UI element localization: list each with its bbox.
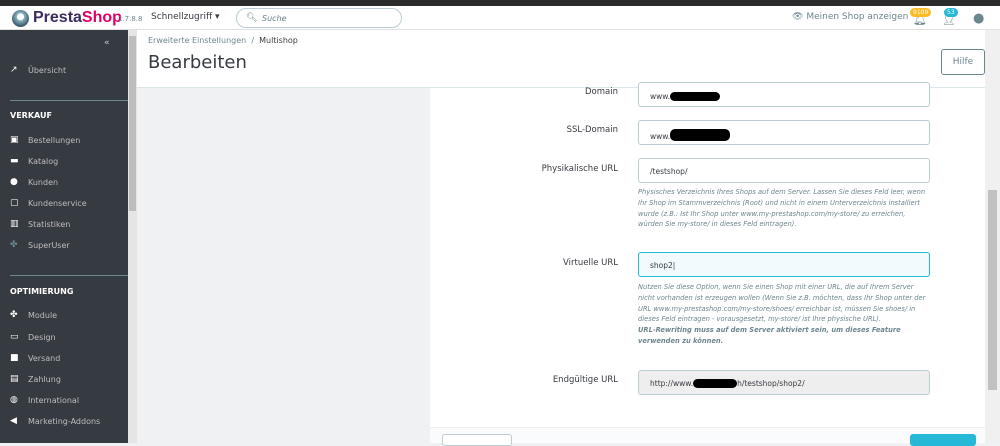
sidebar-item-orders[interactable]: ▣ Bestellungen <box>10 135 80 145</box>
globe-icon: ◍ <box>10 395 18 405</box>
search-icon: 🔍︎ <box>246 13 258 23</box>
sidebar-item-customers[interactable]: ● Kunden <box>10 177 58 187</box>
divider <box>10 100 128 101</box>
breadcrumb-parent[interactable]: Erweiterte Einstellungen <box>148 36 246 45</box>
chat-icon: ▢ <box>10 198 19 208</box>
puzzle-icon: ✤ <box>10 310 18 320</box>
truck-icon: ■ <box>10 353 19 363</box>
sidebar-item-modules[interactable]: ✤ Module <box>10 310 57 320</box>
sidebar-scrollbar-thumb[interactable] <box>129 36 136 211</box>
sidebar-item-design[interactable]: ▭ Design <box>10 332 56 342</box>
redaction-mark <box>670 129 731 141</box>
search-input[interactable]: 🔍︎ Suche <box>236 8 402 28</box>
puffin-logo-icon <box>12 9 29 27</box>
physical-url-help: Physisches Verzeichnis Ihres Shops auf d… <box>638 188 926 229</box>
sidebar-item-overview[interactable]: ↗ Übersicht <box>10 65 66 75</box>
final-url-label: Endgültige URL <box>552 375 618 385</box>
prestashop-logo[interactable]: PrestaShop <box>12 9 122 27</box>
cancel-button[interactable] <box>442 434 512 446</box>
megaphone-icon: ◀ <box>10 416 17 426</box>
store-icon: ▬ <box>10 156 19 166</box>
domain-label: Domain <box>585 87 618 97</box>
breadcrumb: Erweiterte Einstellungen / Multishop <box>148 36 298 45</box>
puzzle-icon: ✤ <box>10 240 18 250</box>
sidebar-item-stats[interactable]: ▥ Statistiken <box>10 219 70 229</box>
virtual-url-label: Virtuelle URL <box>563 258 618 268</box>
version-label: 1.7.8.8 <box>118 15 143 23</box>
sidebar-item-international[interactable]: ◍ International <box>10 395 79 405</box>
account-icon[interactable]: ● <box>973 11 984 26</box>
page-title: Bearbeiten <box>148 52 247 73</box>
form-footer <box>430 427 985 443</box>
card-icon: ▤ <box>10 374 19 384</box>
chart-icon: ▥ <box>10 219 19 229</box>
basket-icon: ▣ <box>10 135 19 145</box>
breadcrumb-current: Multishop <box>259 36 298 45</box>
sidebar-item-marketing[interactable]: ◀ Marketing-Addons <box>10 416 100 426</box>
sidebar-item-payment[interactable]: ▤ Zahlung <box>10 374 61 384</box>
section-optimierung: OPTIMIERUNG <box>10 287 74 296</box>
orders-badge: 9109 <box>910 8 932 17</box>
physical-url-input[interactable]: /testshop/ <box>638 158 930 183</box>
page-scrollbar-thumb[interactable] <box>988 190 997 390</box>
redaction-mark <box>670 92 721 101</box>
help-button[interactable]: Hilfe <box>941 49 985 75</box>
quick-access-dropdown[interactable]: Schnellzugriff ▾ <box>151 12 220 22</box>
sidebar: « ↗ Übersicht VERKAUF ▣ Bestellungen ▬ Kata… <box>0 30 128 443</box>
ssl-domain-input[interactable]: www. <box>638 120 930 145</box>
sidebar-item-customer-service[interactable]: ▢ Kundenservice <box>10 198 87 208</box>
virtual-url-input[interactable]: shop2| <box>638 252 930 277</box>
redaction-mark <box>693 379 738 388</box>
domain-input[interactable]: www. <box>638 82 930 107</box>
trending-icon: ↗ <box>10 65 18 75</box>
sidebar-item-catalog[interactable]: ▬ Katalog <box>10 156 58 166</box>
ssl-domain-label: SSL-Domain <box>566 125 618 135</box>
section-verkauf: VERKAUF <box>10 111 52 120</box>
view-shop-link[interactable]: 👁︎ Meinen Shop anzeigen <box>792 12 908 22</box>
sidebar-item-shipping[interactable]: ■ Versand <box>10 353 60 363</box>
final-url-input: http://www. h/testshop/shop2/ <box>638 370 930 395</box>
monitor-icon: ▭ <box>10 332 19 342</box>
account-icon: ● <box>10 177 18 187</box>
sidebar-item-superuser[interactable]: ✤ SuperUser <box>10 240 70 250</box>
divider <box>10 275 128 276</box>
virtual-url-help: Nutzen Sie diese Option, wenn Sie einen … <box>638 283 926 345</box>
page-header: Erweiterte Einstellungen / Multishop Bea… <box>137 30 1000 88</box>
top-header: PrestaShop 1.7.8.8 Schnellzugriff ▾ 🔍︎ Su… <box>0 6 1000 30</box>
eye-icon: 👁︎ <box>792 12 804 22</box>
physical-url-label: Physikalische URL <box>541 164 618 174</box>
save-button[interactable] <box>910 434 976 446</box>
collapse-sidebar-icon[interactable]: « <box>104 38 110 48</box>
customers-badge: 53 <box>944 8 958 17</box>
